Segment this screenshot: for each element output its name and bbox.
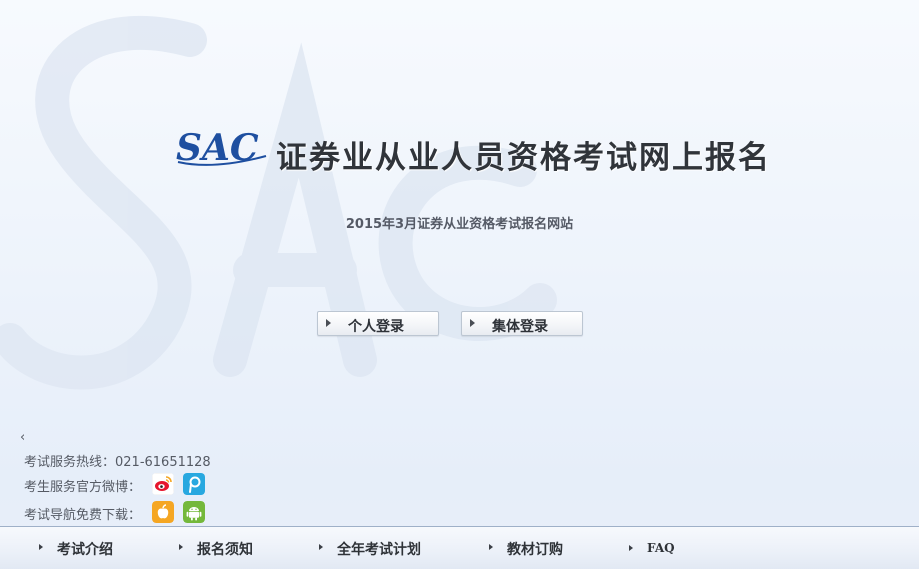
arrow-right-icon <box>470 319 475 327</box>
personal-login-label: 个人登录 <box>348 319 404 335</box>
triangle-right-icon <box>489 544 493 550</box>
triangle-right-icon <box>319 544 323 550</box>
nav-item-label: 全年考试计划 <box>337 542 421 558</box>
page-subtitle: 2015年3月证券从业资格考试报名网站 <box>345 217 574 232</box>
hotline-text: 考试服务热线：021-61651128 <box>24 455 211 470</box>
site-header: SAC 证券业从业人员资格考试网上报名 <box>174 126 774 176</box>
personal-login-button[interactable]: 个人登录 <box>317 311 439 336</box>
bottom-nav: 考试介绍 报名须知 全年考试计划 教材订购 FAQ <box>0 526 919 569</box>
group-login-button[interactable]: 集体登录 <box>461 311 583 336</box>
nav-item-textbook-order[interactable]: 教材订购 <box>489 539 563 559</box>
nav-item-label: 考试介绍 <box>57 542 113 558</box>
nav-item-label: 报名须知 <box>197 542 253 558</box>
nav-item-annual-plan[interactable]: 全年考试计划 <box>319 539 421 559</box>
arrow-right-icon <box>326 319 331 327</box>
svg-text:SAC: SAC <box>176 127 259 169</box>
tencent-weibo-icon[interactable] <box>183 473 205 495</box>
triangle-right-icon <box>179 544 183 550</box>
sina-weibo-icon[interactable] <box>152 473 174 495</box>
android-icon[interactable] <box>183 501 205 523</box>
chevron-left-icon[interactable]: ‹ <box>20 430 25 445</box>
triangle-right-icon <box>39 544 43 550</box>
download-label: 考试导航免费下载： <box>24 508 142 523</box>
nav-item-registration-notice[interactable]: 报名须知 <box>179 539 253 559</box>
triangle-right-icon <box>629 545 633 551</box>
apple-icon[interactable] <box>152 501 174 523</box>
weibo-label: 考生服务官方微博： <box>24 480 142 495</box>
nav-item-label: FAQ <box>647 541 675 555</box>
nav-item-faq[interactable]: FAQ <box>629 541 675 555</box>
group-login-label: 集体登录 <box>492 319 548 335</box>
sac-logo: SAC <box>176 127 267 169</box>
site-title: 证券业从业人员资格考试网上报名 <box>276 140 771 176</box>
nav-item-label: 教材订购 <box>507 542 563 558</box>
nav-item-exam-intro[interactable]: 考试介绍 <box>39 539 113 559</box>
